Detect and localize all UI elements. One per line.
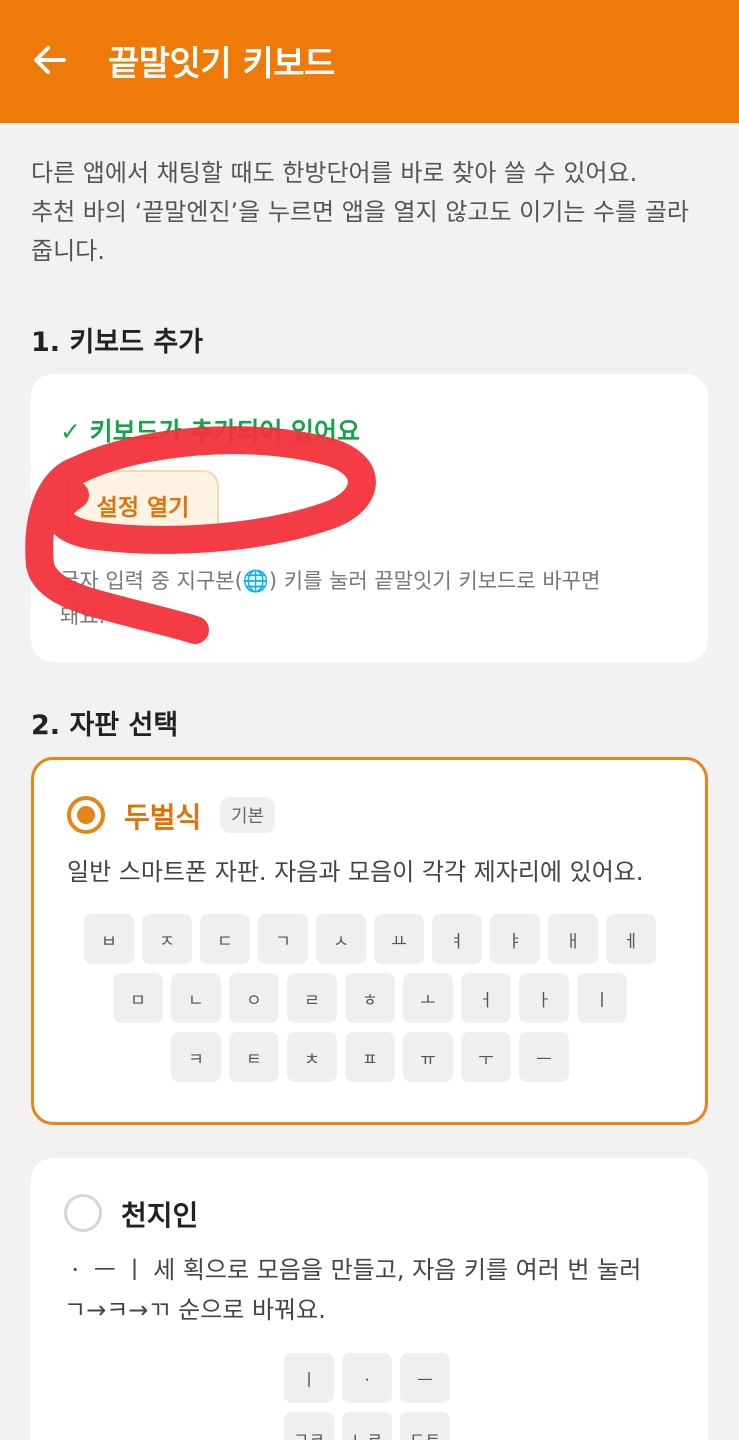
dubeolsik-key: ㅠ [403,1032,453,1082]
dubeolsik-key: ㅐ [548,914,598,964]
dubeolsik-key: ㅇ [229,973,279,1023]
cheonjiin-key: ㄱㅋ [284,1412,334,1440]
keyboard-hint: 글자 입력 중 지구본(🌐) 키를 눌러 끝말잇기 키보드로 바꾸면 돼요. [60,564,680,634]
dubeolsik-key: ㄱ [258,914,308,964]
dubeolsik-key: ㅎ [345,973,395,1023]
intro-text: 다른 앱에서 채팅할 때도 한방단어를 바로 찾아 쓸 수 있어요. 추천 바의… [31,154,721,271]
keyboard-added-status: ✓ 키보드가 추가되어 있어요 [60,417,361,446]
radio-dubeolsik[interactable] [67,796,105,834]
dubeolsik-key: ㅌ [229,1032,279,1082]
dubeolsik-key: ㅡ [519,1032,569,1082]
intro-line-2: 추천 바의 ‘끝말엔진’을 누르면 앱을 열지 않고도 이기는 수를 골라 [31,198,689,226]
hint-line-1: 글자 입력 중 지구본(🌐) 키를 눌러 끝말잇기 키보드로 바꾸면 [60,569,601,593]
option-name-cheonjiin: 천지인 [121,1199,199,1232]
page-title: 끝말잇기 키보드 [108,44,335,84]
hint-line-2: 돼요. [60,604,106,628]
dubeolsik-key: ㅂ [84,914,134,964]
cheonjiin-key: ㅡ [400,1353,450,1403]
add-keyboard-card: ✓ 키보드가 추가되어 있어요 설정 열기 글자 입력 중 지구본(🌐) 키를 … [31,374,708,662]
dubeolsik-key: ㅅ [316,914,366,964]
dubeolsik-key: ㅕ [432,914,482,964]
option-card-dubeolsik[interactable]: 두벌식 기본 일반 스마트폰 자판. 자음과 모음이 각각 제자리에 있어요. … [31,757,708,1125]
dubeolsik-key: ㄷ [200,914,250,964]
dubeolsik-key: ㅍ [345,1032,395,1082]
dubeolsik-key: ㄹ [287,973,337,1023]
dubeolsik-key: ㅊ [287,1032,337,1082]
option-desc-cheonjiin: ㆍ ㅡ ㅣ 세 획으로 모음을 만들고, 자음 키를 여러 번 눌러 ㄱ→ㅋ→ㄲ… [64,1250,684,1330]
dubeolsik-key: ㅗ [403,973,453,1023]
open-settings-button[interactable]: 설정 열기 [67,470,219,540]
default-badge: 기본 [220,797,276,833]
app-bar: 끝말잇기 키보드 [0,0,739,123]
dubeolsik-key: ㅛ [374,914,424,964]
section-title-add-keyboard: 1. 키보드 추가 [31,327,204,358]
cheonjiin-key: ㄷㅌ [400,1412,450,1440]
cheonjiin-key: ㄴㄹ [342,1412,392,1440]
cheonjiin-key: ㅣ [284,1353,334,1403]
intro-line-1: 다른 앱에서 채팅할 때도 한방단어를 바로 찾아 쓸 수 있어요. [31,159,638,187]
section-title-layout: 2. 자판 선택 [31,710,179,741]
dubeolsik-key: ㄴ [171,973,221,1023]
back-button[interactable] [30,40,70,80]
radio-cheonjiin[interactable] [64,1194,102,1232]
cheonjiin-desc-line-1: ㆍ ㅡ ㅣ 세 획으로 모음을 만들고, 자음 키를 여러 번 눌러 [64,1256,642,1284]
intro-line-3: 줍니다. [31,237,105,265]
option-card-cheonjiin[interactable]: 천지인 ㆍ ㅡ ㅣ 세 획으로 모음을 만들고, 자음 키를 여러 번 눌러 ㄱ… [31,1158,708,1440]
option-desc-dubeolsik: 일반 스마트폰 자판. 자음과 모음이 각각 제자리에 있어요. [67,858,644,886]
dubeolsik-key: ㅓ [461,973,511,1023]
dubeolsik-key: ㅑ [490,914,540,964]
cheonjiin-key: ㆍ [342,1353,392,1403]
dubeolsik-key: ㅈ [142,914,192,964]
cheonjiin-desc-line-2: ㄱ→ㅋ→ㄲ 순으로 바꿔요. [64,1296,326,1324]
dubeolsik-key: ㅁ [113,973,163,1023]
arrow-left-icon [34,46,66,74]
option-name-dubeolsik: 두벌식 [124,801,202,834]
dubeolsik-key: ㅋ [171,1032,221,1082]
dubeolsik-key: ㅣ [577,973,627,1023]
dubeolsik-key: ㅏ [519,973,569,1023]
dubeolsik-key: ㅜ [461,1032,511,1082]
dubeolsik-key: ㅔ [606,914,656,964]
